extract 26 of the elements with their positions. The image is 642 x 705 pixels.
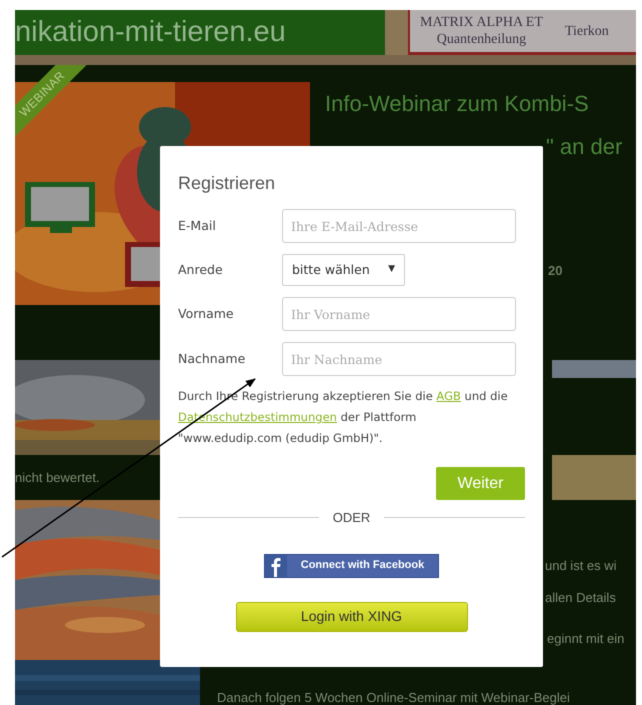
webinar-title: " an der xyxy=(546,133,624,161)
divider-text: ODER xyxy=(332,509,370,527)
description-text: und ist es wi xyxy=(545,557,618,575)
select-field[interactable]: bitte wählen ▼ xyxy=(282,254,405,286)
field-label: Vorname xyxy=(178,304,235,323)
field-label: Nachname xyxy=(178,350,246,368)
nav-link[interactable]: Tierkon xyxy=(564,20,609,42)
caret-icon: ▼ xyxy=(388,263,395,277)
dialog-title: Registrieren xyxy=(178,172,276,195)
input-field[interactable]: Ihr Nachname xyxy=(282,342,516,376)
input-field[interactable]: Ihr Vorname xyxy=(282,297,516,331)
field-label: E-Mail xyxy=(178,216,217,235)
description-text: allen Details xyxy=(545,588,617,606)
facebook-icon xyxy=(265,554,287,576)
site-title[interactable]: nikation-mit-tieren.eu xyxy=(15,18,286,47)
rating-text: nicht bewertet. xyxy=(15,468,100,487)
description-text: Danach folgen 5 Wochen Online-Seminar mit Webinar-Beglei xyxy=(217,689,570,705)
header-image-strip xyxy=(385,10,408,55)
input-field[interactable]: Ihre E-Mail-Adresse xyxy=(282,209,516,243)
webinar-title: Info-Webinar zum Kombi-S xyxy=(325,90,590,118)
xing-button[interactable]: Login with XING xyxy=(236,602,468,632)
nav-link[interactable]: MATRIX ALPHA ET Quantenheilung xyxy=(420,14,543,48)
facebook-button[interactable]: Connect with Facebook xyxy=(264,554,439,578)
date-text: 20 xyxy=(548,262,564,280)
field-label: Anrede xyxy=(178,260,224,279)
description-text: eginnt mit ein xyxy=(547,630,624,648)
